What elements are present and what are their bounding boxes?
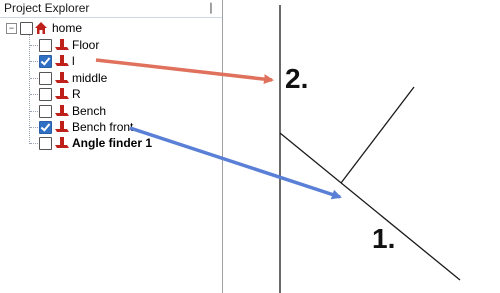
annotation-label-2: 2. [285,63,309,94]
annotation-label-1: 1. [372,223,396,254]
blue-arrow [129,126,342,200]
red-arrow [95,58,274,85]
annotation-overlay [95,58,342,200]
